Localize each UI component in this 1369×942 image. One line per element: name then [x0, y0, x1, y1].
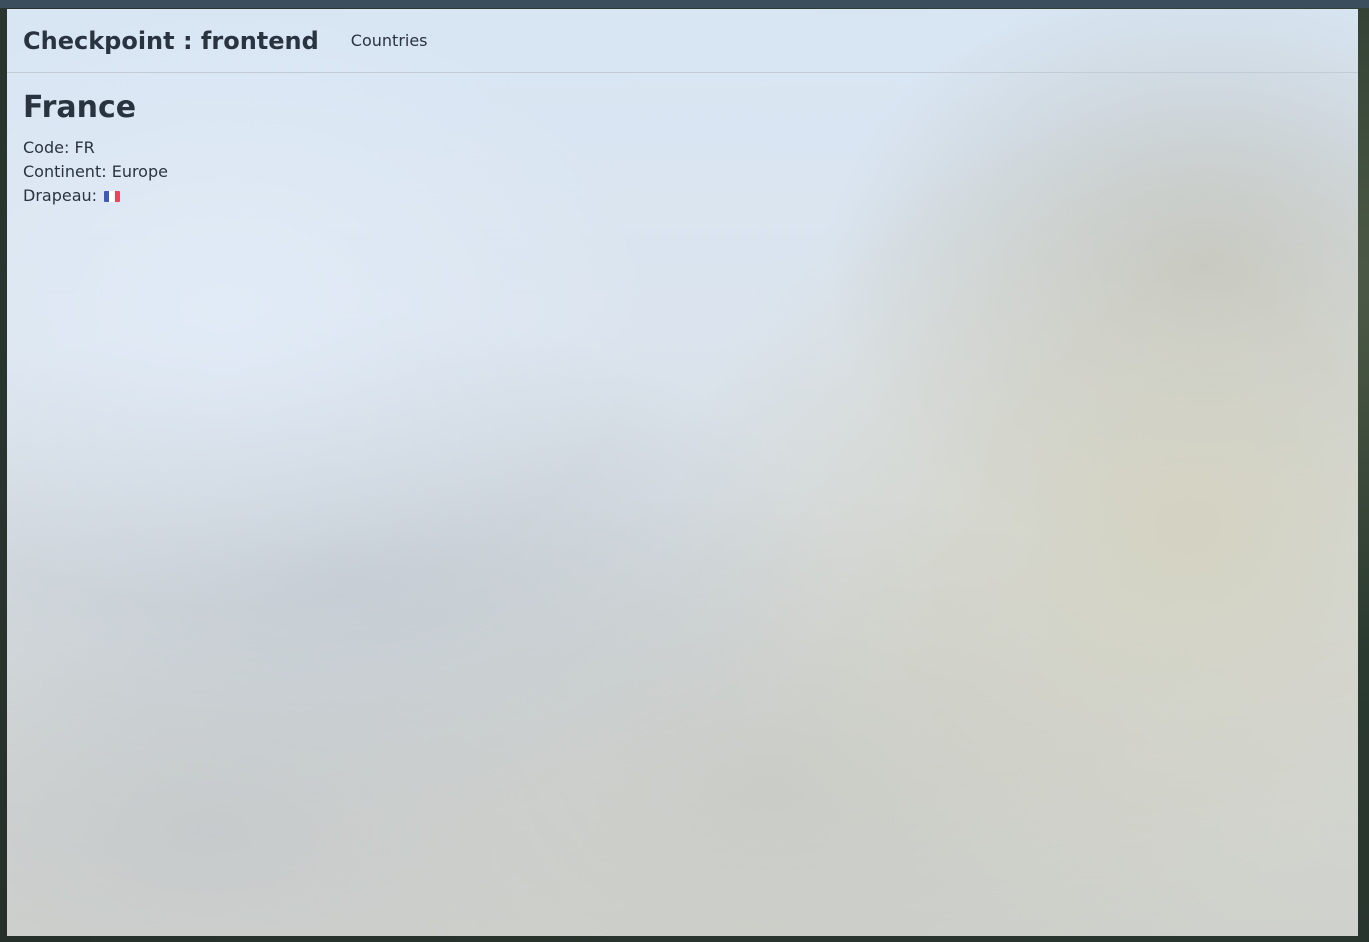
browser-window: Checkpoint : frontend Countries France C… — [7, 9, 1358, 936]
flag-stripe-red — [114, 191, 121, 202]
continent-value: Europe — [111, 162, 168, 181]
country-code-row: Code: FR — [23, 136, 1342, 160]
country-continent-row: Continent: Europe — [23, 160, 1342, 184]
code-value: FR — [74, 138, 95, 157]
code-label: Code: — [23, 138, 70, 157]
country-flag-row: Drapeau: — [23, 184, 1342, 208]
brand-title[interactable]: Checkpoint : frontend — [23, 29, 319, 53]
flag-france-icon — [104, 191, 121, 202]
country-name-heading: France — [23, 90, 137, 125]
continent-label: Continent: — [23, 162, 107, 181]
flag-label: Drapeau: — [23, 186, 98, 205]
nav-link-countries[interactable]: Countries — [351, 32, 428, 49]
navbar: Checkpoint : frontend Countries — [7, 9, 1358, 73]
country-details: France Code: FR Continent: Europe Drapea… — [7, 73, 1358, 226]
